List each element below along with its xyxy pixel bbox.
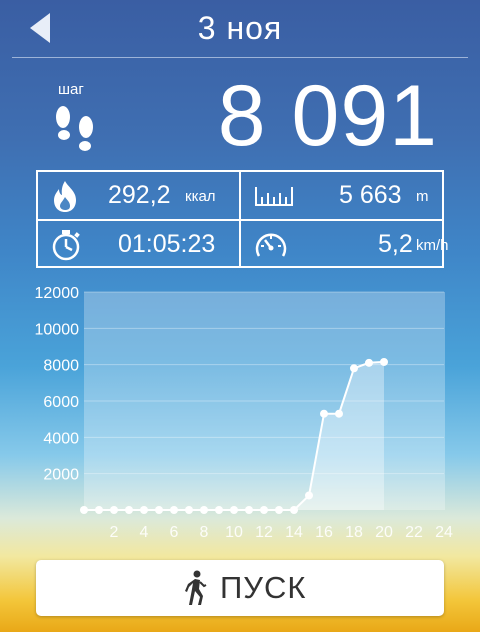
stopwatch-icon — [52, 230, 80, 261]
y-tick-label: 4000 — [43, 430, 79, 447]
calories-unit: ккал — [185, 188, 216, 205]
chart-data-point — [320, 409, 328, 418]
y-tick-label: 8000 — [43, 358, 79, 375]
steps-chart: 20004000600080001000012000 2 4 6 8 10 12 14 16 1… — [35, 285, 454, 541]
y-tick-label: 12000 — [35, 285, 80, 302]
chart-data-point — [245, 506, 253, 514]
chart-data-point — [350, 364, 358, 373]
start-button-label: ПУСК — [220, 570, 307, 605]
flame-icon — [54, 181, 76, 212]
distance-value: 5 663 — [339, 181, 402, 209]
chart-data-point — [170, 506, 178, 514]
x-tick-label: 12 — [255, 524, 273, 541]
x-tick-label: 18 — [345, 524, 363, 541]
y-tick-label: 10000 — [35, 321, 80, 338]
x-tick-label: 24 — [435, 524, 453, 541]
chart-data-point — [380, 357, 388, 366]
duration-cell: 01:05:23 — [38, 221, 240, 268]
steps-label: шаг — [58, 81, 84, 98]
walking-person-icon — [185, 570, 207, 605]
chart-data-point — [155, 506, 163, 514]
chart-data-point — [230, 506, 238, 514]
steps-count: 8 091 — [217, 68, 438, 164]
x-tick-label: 22 — [405, 524, 423, 541]
chart-data-point — [80, 506, 88, 514]
distance-unit: m — [416, 188, 429, 205]
x-tick-label: 4 — [140, 524, 149, 541]
x-tick-label: 14 — [285, 524, 303, 541]
chart-data-point — [275, 506, 283, 514]
chart-data-point — [335, 409, 343, 418]
date-title: 3 ноя — [197, 10, 283, 46]
chart-data-point — [305, 491, 313, 500]
x-tick-label: 2 — [110, 524, 119, 541]
chart-data-point — [110, 506, 118, 514]
stats-grid: 292,2 ккал 5 663 m 01:05:23 5,2 km/h — [36, 170, 449, 268]
x-tick-label: 10 — [225, 524, 243, 541]
ruler-icon — [255, 187, 293, 206]
chart-data-point — [290, 506, 298, 514]
x-tick-label: 8 — [200, 524, 209, 541]
speed-cell: 5,2 km/h — [241, 221, 449, 268]
footprints-icon — [56, 106, 93, 151]
distance-cell: 5 663 m — [241, 172, 443, 219]
chart-data-point — [125, 506, 133, 514]
y-tick-label: 6000 — [43, 394, 79, 411]
chart-data-point — [95, 506, 103, 514]
chart-data-point — [185, 506, 193, 514]
speed-value: 5,2 — [378, 230, 413, 258]
duration-value: 01:05:23 — [118, 230, 216, 258]
chart-data-point — [140, 506, 148, 514]
calories-cell: 292,2 ккал — [38, 172, 240, 219]
chart-data-point — [365, 358, 373, 367]
header: 3 ноя — [0, 0, 480, 58]
x-tick-label: 16 — [315, 524, 333, 541]
x-tick-label: 6 — [170, 524, 179, 541]
speed-unit: km/h — [416, 237, 449, 254]
calories-value: 292,2 — [108, 181, 171, 209]
header-divider — [12, 57, 468, 58]
x-tick-label: 20 — [375, 524, 393, 541]
chart-data-point — [215, 506, 223, 514]
start-button[interactable]: ПУСК — [36, 560, 444, 616]
speedometer-icon — [255, 233, 287, 257]
chart-data-point — [200, 506, 208, 514]
y-tick-label: 2000 — [43, 467, 79, 484]
chart-data-point — [260, 506, 268, 514]
